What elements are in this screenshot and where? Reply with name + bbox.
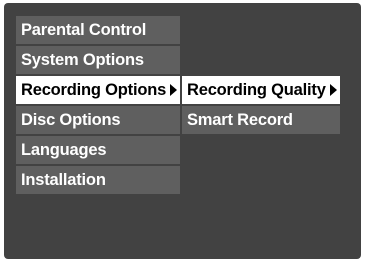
- menu-item-system-options[interactable]: System Options: [16, 46, 180, 74]
- menu-item-label: Smart Record: [187, 111, 293, 129]
- menu-item-label: Parental Control: [21, 21, 147, 39]
- menu-item-label: Installation: [21, 171, 106, 189]
- submenu-item-recording-quality[interactable]: Recording Quality: [182, 76, 340, 104]
- menu-item-languages[interactable]: Languages: [16, 136, 180, 164]
- menu-item-label: System Options: [21, 51, 144, 69]
- menu-item-disc-options[interactable]: Disc Options: [16, 106, 180, 134]
- menu-item-recording-options[interactable]: Recording Options: [16, 76, 180, 104]
- menu-item-label: Languages: [21, 141, 107, 159]
- menu-item-label: Recording Options: [21, 81, 167, 99]
- menu-item-label: Disc Options: [21, 111, 121, 129]
- main-menu: Parental Control System Options Recordin…: [16, 16, 180, 196]
- submenu-arrow-icon: [170, 84, 177, 96]
- menu-item-installation[interactable]: Installation: [16, 166, 180, 194]
- submenu-item-smart-record[interactable]: Smart Record: [182, 106, 340, 134]
- recording-options-submenu: Recording Quality Smart Record: [182, 76, 340, 136]
- menu-item-parental-control[interactable]: Parental Control: [16, 16, 180, 44]
- submenu-arrow-icon: [330, 84, 337, 96]
- menu-screen: Parental Control System Options Recordin…: [4, 3, 361, 259]
- menu-item-label: Recording Quality: [187, 81, 326, 99]
